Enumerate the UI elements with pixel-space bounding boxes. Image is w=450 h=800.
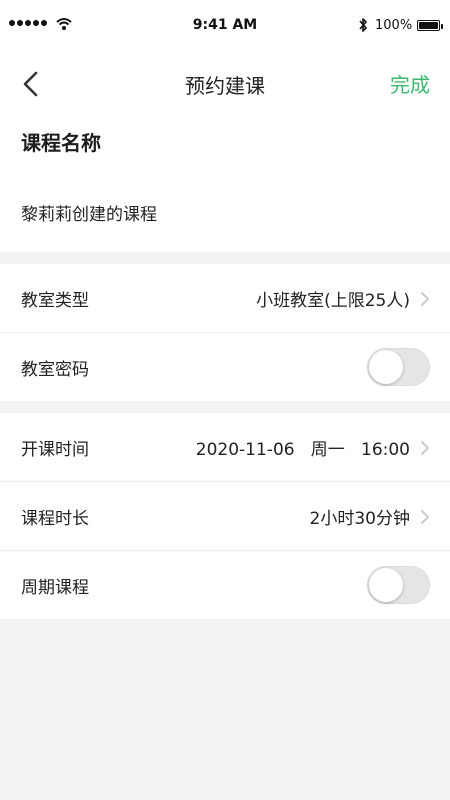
battery-icon (417, 20, 443, 31)
page-title: 预约建课 (185, 74, 265, 98)
chevron-right-icon (421, 441, 429, 455)
classroom-settings-group: 教室类型 小班教室(上限25人) 教室密码 (0, 264, 450, 401)
start-time-row[interactable]: 开课时间 2020-11-06 周一 16:00 (0, 413, 450, 482)
start-time-value: 2020-11-06 周一 16:00 (195, 440, 410, 460)
start-time-label: 开课时间 (21, 440, 89, 460)
schedule-settings-group: 开课时间 2020-11-06 周一 16:00 课程时长 2小时30分钟 周期… (0, 413, 450, 619)
course-duration-row[interactable]: 课程时长 2小时30分钟 (0, 482, 450, 551)
course-name-input[interactable] (21, 202, 421, 222)
recurring-course-row: 周期课程 (0, 551, 450, 619)
bluetooth-icon (359, 18, 367, 32)
navigation-bar: 预约建课 完成 (0, 52, 450, 114)
battery-percentage: 100% (375, 18, 413, 33)
classroom-type-label: 教室类型 (21, 291, 89, 311)
toggle-knob (369, 568, 403, 602)
classroom-password-label: 教室密码 (21, 360, 89, 380)
done-button[interactable]: 完成 (390, 69, 430, 98)
classroom-type-row[interactable]: 教室类型 小班教室(上限25人) (0, 264, 450, 333)
toggle-knob (369, 350, 403, 384)
classroom-type-value: 小班教室(上限25人) (256, 291, 410, 311)
course-name-section: 课程名称 (0, 114, 450, 252)
recurring-course-label: 周期课程 (21, 578, 89, 598)
course-name-heading: 课程名称 (21, 131, 101, 155)
status-bar: 9:41 AM 100% (0, 0, 450, 52)
course-duration-value: 2小时30分钟 (309, 509, 410, 529)
classroom-password-toggle[interactable] (367, 348, 430, 386)
recurring-course-toggle[interactable] (367, 566, 430, 604)
classroom-password-row: 教室密码 (0, 333, 450, 401)
chevron-right-icon (421, 292, 429, 306)
course-duration-label: 课程时长 (21, 509, 89, 529)
chevron-right-icon (421, 510, 429, 524)
